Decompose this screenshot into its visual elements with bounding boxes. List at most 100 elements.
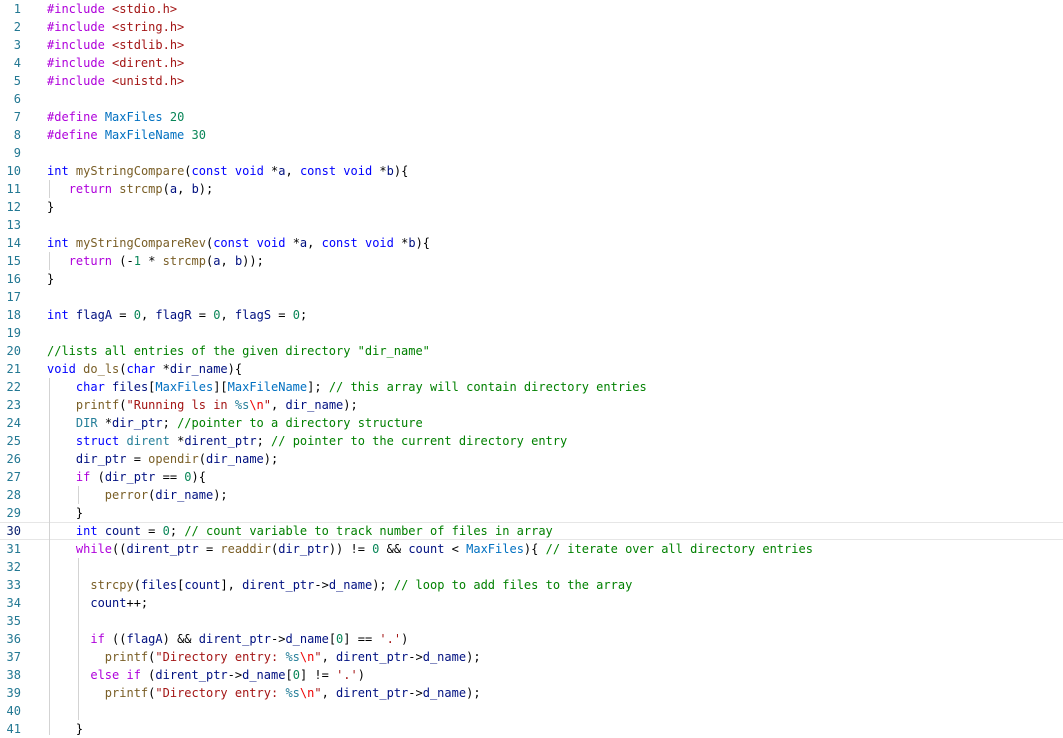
code-line-10[interactable]: 10 int myStringCompare(const void *a, con…	[0, 162, 1063, 180]
line-number: 22	[6, 380, 21, 394]
code-line-37[interactable]: 37 printf("Directory entry: %s\n", diren…	[0, 648, 1063, 666]
line-code: int count = 0; // count variable to trac…	[75, 524, 553, 538]
line-number: 37	[6, 650, 21, 664]
line-number: 33	[6, 578, 21, 592]
code-line-4[interactable]: 4 #include <dirent.h>	[0, 54, 1063, 72]
line-number: 11	[6, 182, 21, 196]
code-line-16[interactable]: 16}	[0, 270, 1063, 288]
code-line-33[interactable]: 33 strcpy(files[count], dirent_ptr->d_na…	[0, 576, 1063, 594]
line-code: #define MaxFileName 30	[47, 128, 206, 142]
code-line-36[interactable]: 36 if ((flagA) && dirent_ptr->d_name[0] …	[0, 630, 1063, 648]
line-code: count++;	[90, 596, 149, 610]
code-line-38[interactable]: 38 else if (dirent_ptr->d_name[0] != '.'…	[0, 666, 1063, 684]
code-line-13[interactable]: 13	[0, 216, 1063, 234]
line-number: 28	[6, 488, 21, 502]
indent-guide-line-11	[49, 180, 50, 198]
code-line-19[interactable]: 19	[0, 324, 1063, 342]
code-line-1[interactable]: 1 #include <stdio.h>	[0, 0, 1063, 18]
line-number: 36	[6, 632, 21, 646]
code-line-34[interactable]: 34 count++;	[0, 594, 1063, 612]
line-number: 17	[6, 290, 21, 304]
line-code: perror(dir_name);	[104, 488, 228, 502]
line-code: printf("Directory entry: %s\n", dirent_p…	[104, 650, 481, 664]
code-line-3[interactable]: 3 #include <stdlib.h>	[0, 36, 1063, 54]
line-number: 1	[13, 2, 21, 16]
line-code: }	[47, 272, 55, 286]
line-code: //lists all entries of the given directo…	[47, 344, 430, 358]
line-number: 31	[6, 542, 21, 556]
line-number: 29	[6, 506, 21, 520]
line-number: 20	[6, 344, 21, 358]
line-number: 6	[13, 92, 21, 106]
line-number: 24	[6, 416, 21, 430]
line-number: 26	[6, 452, 21, 466]
code-line-30[interactable]: 30 int count = 0; // count variable to t…	[0, 522, 1063, 540]
line-number: 10	[6, 164, 21, 178]
line-number: 41	[6, 722, 21, 736]
line-number: 30	[6, 524, 21, 538]
line-code: dir_ptr = opendir(dir_name);	[75, 452, 279, 466]
line-number: 15	[6, 254, 21, 268]
line-number: 14	[6, 236, 21, 250]
line-number: 3	[13, 38, 21, 52]
line-number: 5	[13, 74, 21, 88]
code-line-22[interactable]: 22 char files[MaxFiles][MaxFileName]; //…	[0, 378, 1063, 396]
code-editor[interactable]: 1 #include <stdio.h> 2 #include <string.h> 3…	[0, 0, 1063, 738]
line-code: printf("Directory entry: %s\n", dirent_p…	[104, 686, 481, 700]
code-line-25[interactable]: 25 struct dirent *dirent_ptr; // pointer…	[0, 432, 1063, 450]
code-line-9[interactable]: 9	[0, 144, 1063, 162]
code-line-20[interactable]: 20 //lists all entries of the given direc…	[0, 342, 1063, 360]
indent-guide-do-ls	[49, 378, 50, 735]
line-code: int myStringCompare(const void *a, const…	[47, 164, 409, 178]
code-line-7[interactable]: 7 #define MaxFiles 20	[0, 108, 1063, 126]
line-code: #include <unistd.h>	[47, 74, 185, 88]
line-number: 4	[13, 56, 21, 70]
code-line-12[interactable]: 12}	[0, 198, 1063, 216]
code-line-2[interactable]: 2 #include <string.h>	[0, 18, 1063, 36]
indent-guide-while-block	[78, 558, 79, 720]
code-line-28[interactable]: 28 perror(dir_name);	[0, 486, 1063, 504]
code-line-26[interactable]: 26 dir_ptr = opendir(dir_name);	[0, 450, 1063, 468]
line-code: char files[MaxFiles][MaxFileName]; // th…	[75, 380, 647, 394]
line-number: 40	[6, 704, 21, 718]
line-code: strcpy(files[count], dirent_ptr->d_name)…	[90, 578, 633, 592]
code-line-29[interactable]: 29 }	[0, 504, 1063, 522]
line-number: 12	[6, 200, 21, 214]
code-line-39[interactable]: 39 printf("Directory entry: %s\n", diren…	[0, 684, 1063, 702]
line-number: 16	[6, 272, 21, 286]
code-line-41[interactable]: 41 }	[0, 720, 1063, 738]
code-line-6[interactable]: 6	[0, 90, 1063, 108]
indent-guide-if-block	[78, 486, 79, 504]
code-line-32[interactable]: 32	[0, 558, 1063, 576]
line-number: 27	[6, 470, 21, 484]
line-code: return (-1 * strcmp(a, b));	[68, 254, 264, 268]
line-number: 19	[6, 326, 21, 340]
line-code: }	[47, 506, 84, 520]
line-code: if ((flagA) && dirent_ptr->d_name[0] == …	[90, 632, 409, 646]
code-line-14[interactable]: 14 int myStringCompareRev(const void *a, …	[0, 234, 1063, 252]
code-line-40[interactable]: 40	[0, 702, 1063, 720]
code-line-21[interactable]: 21 void do_ls(char *dir_name){	[0, 360, 1063, 378]
code-line-17[interactable]: 17	[0, 288, 1063, 306]
line-number: 13	[6, 218, 21, 232]
code-line-8[interactable]: 8 #define MaxFileName 30	[0, 126, 1063, 144]
line-code: #include <dirent.h>	[47, 56, 185, 70]
code-line-24[interactable]: 24 DIR *dir_ptr; //pointer to a director…	[0, 414, 1063, 432]
line-code: #include <stdio.h>	[47, 2, 178, 16]
line-number: 39	[6, 686, 21, 700]
line-number: 2	[13, 20, 21, 34]
line-code: void do_ls(char *dir_name){	[47, 362, 243, 376]
code-line-5[interactable]: 5 #include <unistd.h>	[0, 72, 1063, 90]
line-number: 18	[6, 308, 21, 322]
line-number: 7	[13, 110, 21, 124]
code-line-15[interactable]: 15 return (-1 * strcmp(a, b));	[0, 252, 1063, 270]
line-number: 25	[6, 434, 21, 448]
line-number: 23	[6, 398, 21, 412]
line-number: 9	[13, 146, 21, 160]
code-line-11[interactable]: 11 return strcmp(a, b);	[0, 180, 1063, 198]
code-line-31[interactable]: 31 while((dirent_ptr = readdir(dir_ptr))…	[0, 540, 1063, 558]
code-line-23[interactable]: 23 printf("Running ls in %s\n", dir_name…	[0, 396, 1063, 414]
code-line-35[interactable]: 35	[0, 612, 1063, 630]
code-line-18[interactable]: 18 int flagA = 0, flagR = 0, flagS = 0;	[0, 306, 1063, 324]
code-line-27[interactable]: 27 if (dir_ptr == 0){	[0, 468, 1063, 486]
